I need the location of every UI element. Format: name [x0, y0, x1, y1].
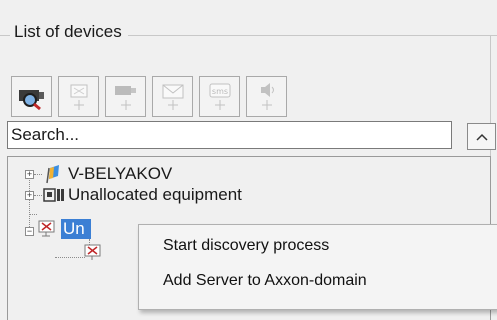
tree-guide-line — [34, 174, 42, 175]
search-devices-button[interactable] — [11, 76, 52, 117]
tree-node-label: Unallocated equipment — [68, 185, 242, 204]
expand-toggle[interactable]: + — [25, 170, 34, 179]
offline-server-icon — [84, 244, 101, 260]
tree-node-label: Un — [61, 219, 91, 239]
add-computer-icon — [70, 84, 87, 110]
search-camera-icon — [18, 89, 44, 110]
tree-guide-line — [29, 174, 30, 231]
chevron-up-icon — [475, 133, 488, 141]
offline-server-icon — [38, 220, 55, 237]
tree-node-selected[interactable]: Un — [36, 219, 91, 239]
tree-node-label: V-BELYAKOV — [68, 164, 173, 183]
device-toolbar: sms — [11, 76, 287, 117]
menu-item-start-discovery[interactable]: Start discovery process — [163, 237, 329, 255]
add-camera-button[interactable] — [105, 76, 146, 117]
tree-guide-line — [29, 214, 37, 215]
add-email-icon — [162, 84, 183, 110]
add-sms-icon: sms — [209, 83, 230, 110]
server-flag-icon — [46, 165, 59, 184]
add-email-button[interactable] — [152, 76, 193, 117]
equipment-icon — [43, 188, 64, 202]
add-computer-button[interactable] — [58, 76, 99, 117]
tree-guide-line — [34, 195, 42, 196]
expand-toggle[interactable]: + — [25, 191, 34, 200]
tree-node-server[interactable]: V-BELYAKOV — [44, 164, 172, 184]
sms-glyph-text: sms — [211, 87, 227, 96]
context-menu: Start discovery process Add Server to Ax… — [138, 224, 497, 310]
panel-title: List of devices — [10, 22, 128, 42]
add-camera-icon — [114, 85, 136, 110]
menu-item-add-server[interactable]: Add Server to Axxon-domain — [163, 272, 367, 290]
collapse-button[interactable] — [467, 123, 496, 150]
tree-node-unallocated-equipment[interactable]: Unallocated equipment — [42, 185, 242, 205]
add-speaker-icon — [260, 82, 274, 110]
devices-panel: List of devices sms Search... + V-BELYAK… — [0, 0, 497, 320]
collapse-toggle[interactable]: − — [25, 227, 34, 236]
add-sms-button[interactable]: sms — [199, 76, 240, 117]
add-speaker-button[interactable] — [246, 76, 287, 117]
tree-guide-line — [55, 257, 85, 258]
search-input[interactable]: Search... — [7, 121, 452, 149]
